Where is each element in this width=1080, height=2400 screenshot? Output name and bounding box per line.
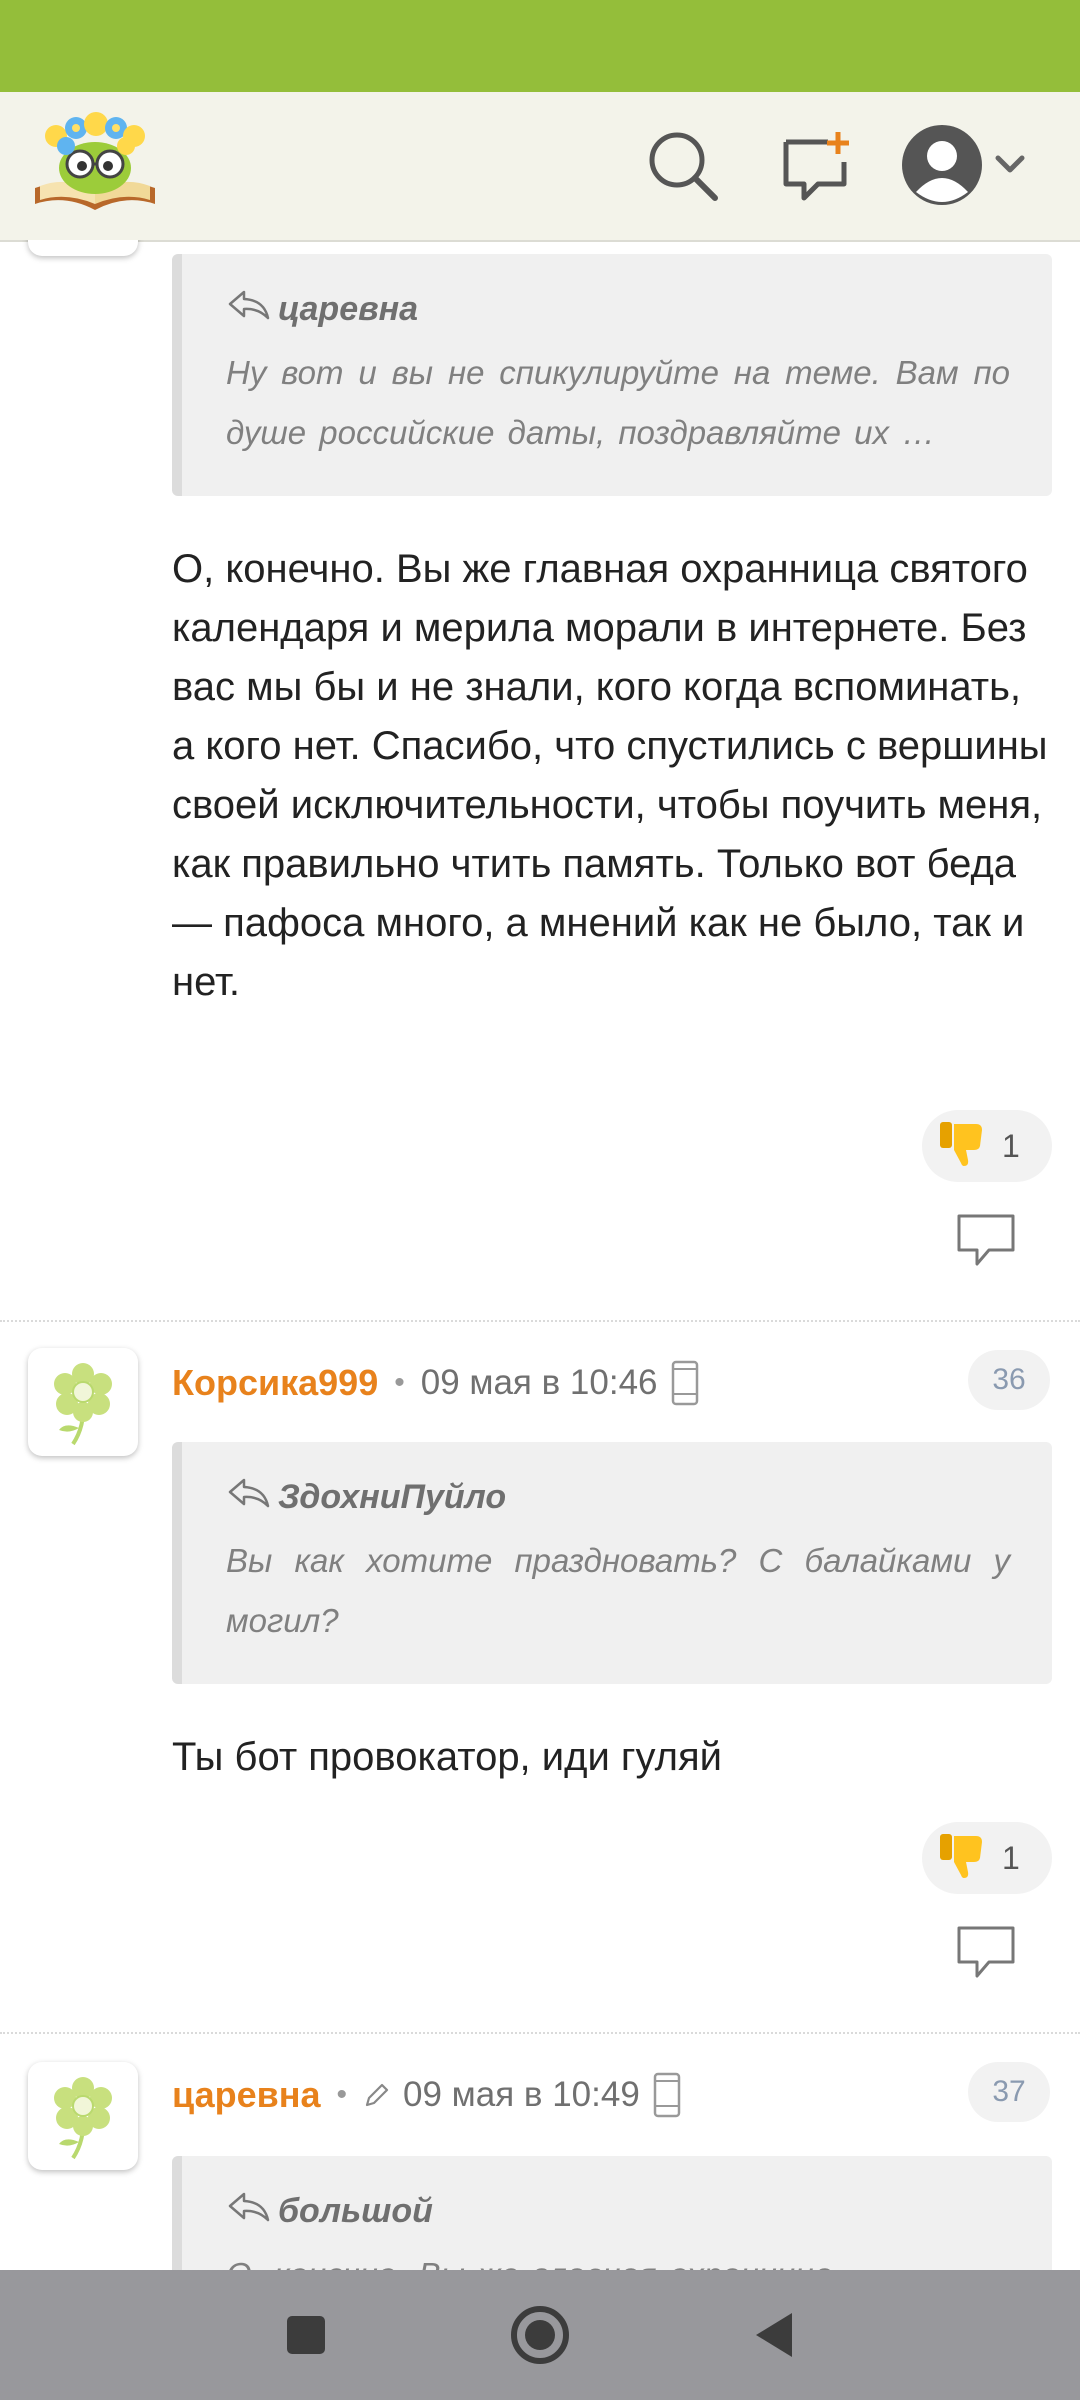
avatar[interactable]: [28, 240, 138, 256]
separator: •: [336, 2078, 348, 2111]
quote-author[interactable]: ЗдохниПуйло: [278, 1478, 506, 1517]
pencil-icon: [363, 2081, 391, 2109]
quote-text: Ну вот и вы не спикулируйте на теме. Вам…: [226, 354, 1010, 451]
status-bar: [0, 0, 1080, 92]
reply-bubble-icon[interactable]: [955, 1924, 1017, 1980]
quote-block: большой О, конечно. Вы же главная охранн…: [172, 2156, 1052, 2270]
thumbs-down-icon: [936, 1118, 988, 1175]
avatar[interactable]: [28, 1348, 138, 1456]
divider: [0, 2032, 1080, 2034]
timestamp: 09 мая в 10:46: [420, 1363, 658, 1402]
timestamp: 09 мая в 10:49: [403, 2075, 640, 2114]
comment-text: Ты бот провокатор, иди гуляй: [172, 1735, 722, 1779]
mobile-device-icon: [652, 2072, 682, 2118]
username[interactable]: царевна: [172, 2074, 321, 2116]
mobile-device-icon: [670, 1360, 700, 1406]
logo-icon[interactable]: [30, 106, 160, 221]
reaction-count: 1: [1002, 1839, 1020, 1876]
new-post-icon[interactable]: [778, 128, 854, 204]
comment-meta: царевна • 09 мая в 10:49: [172, 2070, 682, 2120]
comment-text: О, конечно. Вы же главная охранница свят…: [172, 547, 1048, 1004]
quote-text: Вы как хотите праздновать? С балайками у…: [226, 1542, 1010, 1639]
divider: [0, 1320, 1080, 1322]
separator: •: [394, 1366, 405, 1399]
system-nav-bar: [0, 2270, 1080, 2400]
reply-bubble-icon[interactable]: [955, 1212, 1017, 1268]
reply-arrow-icon: [226, 288, 272, 331]
reaction-button[interactable]: 1: [922, 1110, 1052, 1182]
quote-text: О, конечно. Вы же главная охранница: [226, 2245, 1010, 2270]
user-menu-button[interactable]: [900, 122, 1030, 208]
comments-feed: царевна Ну вот и вы не спикулируйте на т…: [0, 240, 1080, 2270]
search-icon[interactable]: [645, 128, 721, 204]
comment-number[interactable]: 36: [968, 1350, 1050, 1410]
reply-arrow-icon: [226, 2190, 272, 2233]
avatar[interactable]: [28, 2062, 138, 2170]
quote-block: ЗдохниПуйло Вы как хотите праздновать? С…: [172, 1442, 1052, 1684]
comment-number[interactable]: 37: [968, 2062, 1050, 2122]
nav-square-icon[interactable]: [266, 2295, 346, 2375]
app-header: [0, 92, 1080, 242]
reply-arrow-icon: [226, 1476, 272, 1519]
thumbs-down-icon: [936, 1830, 988, 1887]
nav-back-icon[interactable]: [734, 2295, 814, 2375]
comment-meta: Корсика999 • 09 мая в 10:46: [172, 1358, 700, 1408]
nav-circle-icon[interactable]: [500, 2295, 580, 2375]
quote-author[interactable]: большой: [278, 2192, 433, 2231]
quote-author[interactable]: царевна: [278, 290, 418, 329]
reaction-count: 1: [1002, 1127, 1020, 1164]
reaction-button[interactable]: 1: [922, 1822, 1052, 1894]
username[interactable]: Корсика999: [172, 1362, 378, 1404]
quote-block: царевна Ну вот и вы не спикулируйте на т…: [172, 254, 1052, 496]
